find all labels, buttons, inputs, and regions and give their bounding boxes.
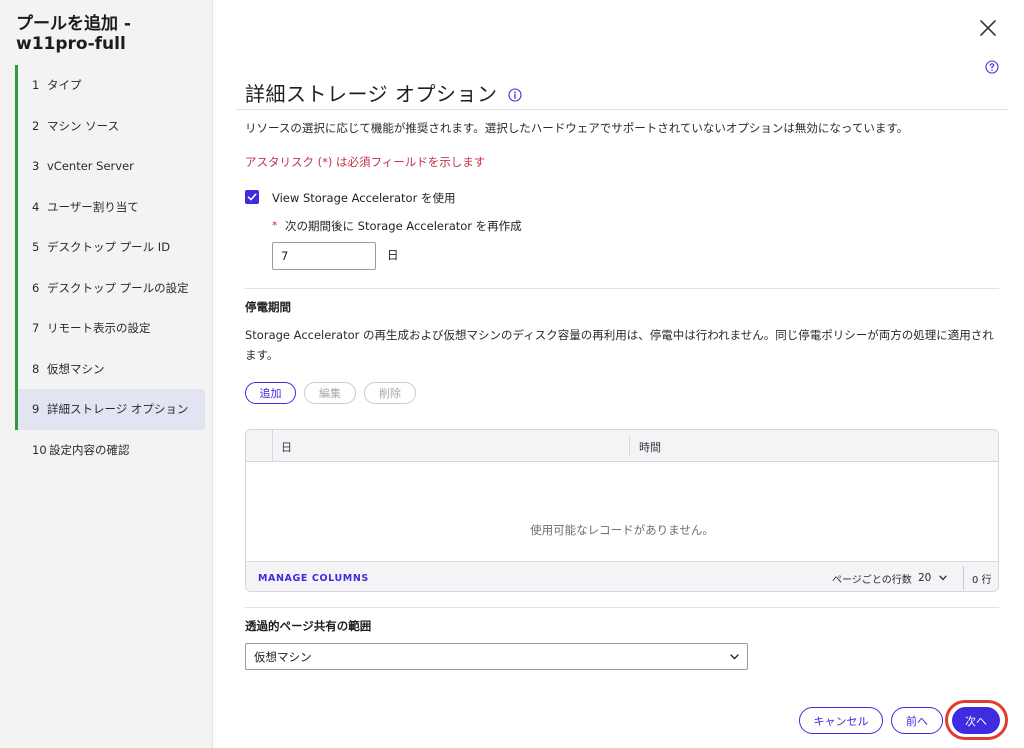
footer-separator — [963, 566, 964, 590]
storage-accelerator-label[interactable]: View Storage Accelerator を使用 — [272, 190, 455, 206]
rows-per-page-value: 20 — [918, 572, 932, 584]
back-button[interactable]: 前へ — [891, 707, 943, 734]
rows-per-page-label: ページごとの行数 — [832, 575, 912, 586]
step-advanced-storage[interactable]: 9 詳細ストレージ オプション — [15, 389, 205, 430]
grid-empty-message: 使用可能なレコードがありません。 — [530, 523, 714, 537]
step-label: 設定内容の確認 — [49, 442, 130, 457]
step-number: 5 — [32, 240, 40, 255]
step-label: 詳細ストレージ オプション — [47, 402, 189, 417]
step-number: 7 — [32, 321, 40, 336]
step-number: 1 — [32, 78, 40, 93]
step-user-assignment[interactable]: 4 ユーザー割り当て — [15, 186, 205, 227]
days-unit: 日 — [387, 248, 399, 262]
close-icon[interactable] — [976, 16, 1000, 40]
step-number: 4 — [32, 199, 40, 214]
chevron-down-icon — [939, 575, 948, 581]
required-note: アスタリスク (*) は必須フィールドを示します — [245, 155, 486, 169]
page-description: リソースの選択に応じて機能が推奨されます。選択したハードウェアでサポートされてい… — [245, 121, 909, 135]
tps-heading: 透過的ページ共有の範囲 — [245, 619, 372, 633]
step-label: デスクトップ プール ID — [47, 240, 171, 255]
wizard-sidebar: プールを追加 - w11pro-full 1 タイプ 2 マシン ソース 3 v… — [0, 0, 213, 748]
step-number: 9 — [32, 402, 40, 417]
grid-footer: MANAGE COLUMNS ページごとの行数 20 0 行 — [246, 561, 998, 591]
step-number: 6 — [32, 280, 40, 295]
grid-column-separator[interactable] — [629, 436, 630, 456]
delete-button[interactable]: 削除 — [364, 382, 416, 404]
tps-scope-value: 仮想マシン — [254, 649, 312, 664]
regenerate-label: 次の期間後に Storage Accelerator を再作成 — [285, 219, 522, 233]
step-label: ユーザー割り当て — [47, 199, 139, 214]
blackout-heading: 停電期間 — [245, 300, 291, 314]
step-number: 8 — [32, 361, 40, 376]
rows-per-page-select[interactable]: 20 — [918, 572, 948, 584]
title-divider — [236, 109, 1009, 110]
step-number: 2 — [32, 118, 40, 133]
step-label: マシン ソース — [47, 118, 120, 133]
checkmark-icon — [247, 193, 257, 201]
step-type[interactable]: 1 タイプ — [15, 65, 205, 106]
wizard-steps: 1 タイプ 2 マシン ソース 3 vCenter Server 4 ユーザー割… — [15, 65, 205, 470]
grid-column-time[interactable]: 時間 — [639, 439, 661, 455]
wizard-title: プールを追加 - w11pro-full — [16, 14, 131, 54]
grid-header: 日 時間 — [246, 430, 998, 462]
section-divider — [245, 288, 999, 289]
step-virtual-machines[interactable]: 8 仮想マシン — [15, 348, 205, 389]
row-count: 0 行 — [972, 575, 992, 586]
grid-select-column — [246, 430, 273, 462]
step-number: 3 — [32, 159, 40, 174]
chevron-down-icon — [730, 653, 739, 660]
step-pool-id[interactable]: 5 デスクトップ プール ID — [15, 227, 205, 268]
edit-button[interactable]: 編集 — [304, 382, 356, 404]
step-pool-settings[interactable]: 6 デスクトップ プールの設定 — [15, 267, 205, 308]
blackout-description: Storage Accelerator の再生成および仮想マシンのディスク容量の… — [245, 328, 994, 362]
required-star: * — [272, 219, 278, 232]
blackout-grid: 日 時間 使用可能なレコードがありません。 MANAGE COLUMNS ページ… — [245, 429, 999, 592]
step-label: 仮想マシン — [47, 361, 105, 376]
section-divider — [245, 607, 999, 608]
add-button[interactable]: 追加 — [245, 382, 296, 404]
regenerate-days-input[interactable] — [272, 242, 376, 270]
manage-columns-button[interactable]: MANAGE COLUMNS — [258, 573, 369, 584]
page-title: 詳細ストレージ オプション — [245, 82, 498, 106]
cancel-button[interactable]: キャンセル — [799, 707, 883, 734]
step-label: タイプ — [47, 78, 82, 93]
help-icon[interactable] — [985, 59, 999, 74]
step-remote-display[interactable]: 7 リモート表示の設定 — [15, 308, 205, 349]
grid-column-day[interactable]: 日 — [281, 439, 292, 455]
storage-accelerator-checkbox[interactable] — [245, 190, 259, 204]
step-label: vCenter Server — [47, 159, 134, 174]
step-review[interactable]: 10 設定内容の確認 — [15, 430, 205, 471]
step-vcenter-server[interactable]: 3 vCenter Server — [15, 146, 205, 187]
next-button[interactable]: 次へ — [952, 707, 1000, 734]
info-icon[interactable] — [508, 87, 522, 102]
step-label: デスクトップ プールの設定 — [47, 280, 189, 295]
tps-scope-select[interactable]: 仮想マシン — [245, 643, 748, 670]
step-number: 10 — [32, 442, 47, 457]
step-machine-source[interactable]: 2 マシン ソース — [15, 105, 205, 146]
step-label: リモート表示の設定 — [47, 321, 151, 336]
